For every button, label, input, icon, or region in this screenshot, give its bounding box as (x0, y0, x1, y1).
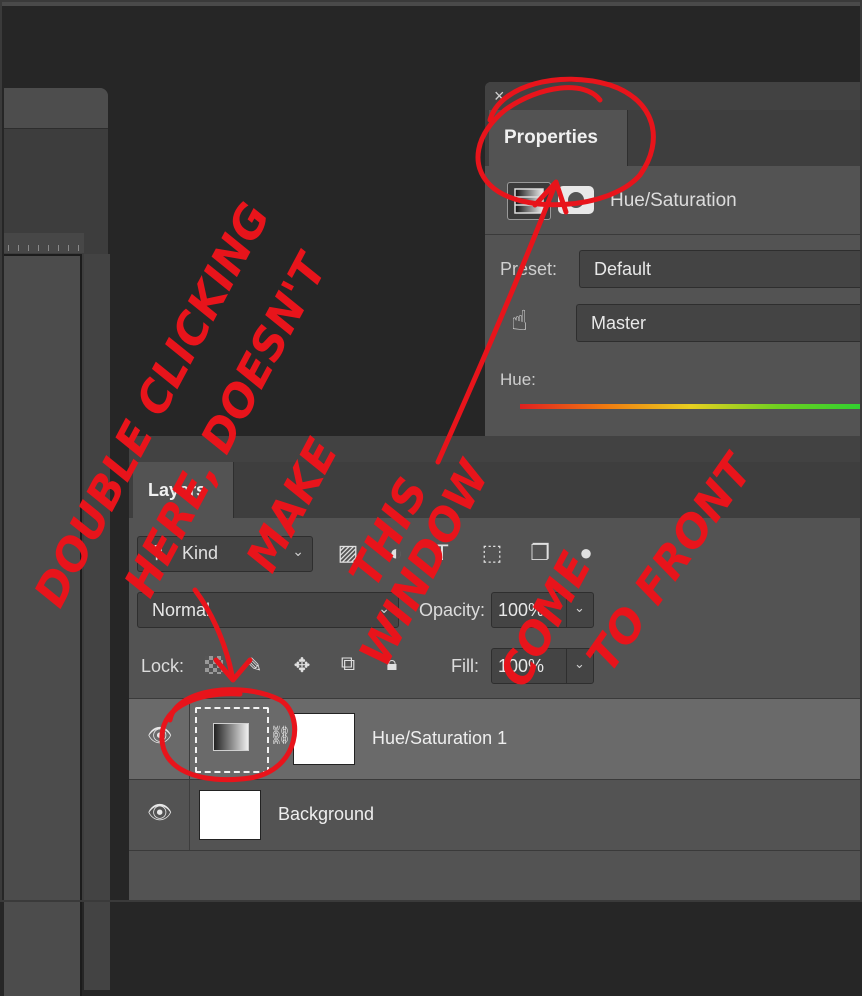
filter-kind-value: Kind (182, 543, 219, 563)
adjustment-filter-icon[interactable]: ◐ (383, 540, 409, 566)
tab-layers-label: Layers (148, 480, 207, 500)
tab-properties[interactable]: Properties (489, 110, 628, 166)
tab-properties-label: Properties (504, 127, 598, 148)
smart-object-filter-icon[interactable]: ❐ (527, 540, 553, 566)
visibility-divider (189, 699, 190, 779)
hue-spectrum-bar (520, 404, 862, 409)
document-tab-bar[interactable] (4, 88, 108, 129)
layer-row-background[interactable]: 👁︎ Background (129, 780, 862, 851)
lock-artboard-icon[interactable]: ⧉ (335, 653, 361, 676)
link-icon[interactable]: ⛓ (269, 725, 292, 746)
document-window (4, 88, 110, 996)
chevron-down-icon: ⌄ (378, 600, 390, 616)
properties-panel: × Properties Hue/Saturation Preset: Defa… (485, 82, 862, 442)
lock-position-icon[interactable]: ✥ (289, 653, 315, 678)
document-scrollbar[interactable] (84, 254, 110, 990)
eye-icon[interactable]: 👁︎ (147, 800, 172, 825)
tab-layers[interactable]: Layers (133, 462, 234, 518)
fill-value: 100% (498, 656, 545, 676)
layer-thumbnail[interactable] (199, 790, 261, 840)
opacity-label: Opacity: (419, 600, 486, 620)
fill-input[interactable]: 100% (491, 648, 567, 684)
type-filter-icon[interactable]: T (429, 540, 455, 566)
layer-mask-icon[interactable] (558, 186, 594, 214)
blend-mode-dropdown[interactable]: Normal ⌄ (137, 592, 399, 628)
blend-mode-value: Normal (152, 600, 211, 620)
chevron-down-icon: ⌄ (574, 600, 585, 615)
layer-row-hue-saturation[interactable]: 👁︎ ⛓ Hue/Saturation 1 (129, 698, 862, 780)
image-filter-icon[interactable]: ▨ (335, 540, 361, 566)
close-icon[interactable]: × (494, 85, 505, 107)
preset-dropdown[interactable]: Default (579, 250, 862, 288)
app-top-bar (0, 0, 862, 6)
eye-icon[interactable]: 👁︎ (147, 723, 172, 748)
lock-brush-icon[interactable]: ✎ (241, 653, 267, 678)
opacity-input[interactable]: 100% (491, 592, 567, 628)
chevron-down-icon: ⌄ (574, 656, 585, 671)
adjustment-layer-icon[interactable] (507, 182, 551, 220)
adjustment-thumbnail-icon[interactable] (213, 723, 249, 751)
layers-panel-header[interactable] (129, 436, 862, 462)
opacity-value: 100% (498, 600, 545, 620)
layers-tab-row: Layers (129, 462, 862, 518)
adjustment-name: Hue/Saturation (610, 190, 737, 211)
visibility-divider (189, 780, 190, 850)
lock-all-icon[interactable]: 🔒︎ (379, 653, 405, 676)
fill-label: Fill: (451, 656, 479, 676)
hue-label: Hue: (500, 370, 536, 389)
opacity-dropdown[interactable]: ⌄ (566, 592, 594, 628)
properties-panel-header[interactable]: × (485, 82, 862, 110)
filter-kind-dropdown[interactable]: ⚲ Kind ⌄ (137, 536, 313, 572)
layers-panel: Layers ⚲ Kind ⌄ ▨ ◐ T ⬚ ❐ ● Normal ⌄ Opa… (129, 436, 862, 902)
properties-tab-row: Properties (485, 110, 862, 166)
horizontal-ruler (4, 233, 84, 253)
channel-value: Master (591, 313, 647, 333)
chevron-down-icon: ⌄ (292, 543, 304, 559)
lock-label: Lock: (141, 656, 185, 676)
targeted-adjustment-hand-icon[interactable]: ☝ (511, 304, 528, 337)
layer-name[interactable]: Hue/Saturation 1 (372, 728, 507, 749)
search-icon: ⚲ (150, 542, 164, 562)
fill-dropdown[interactable]: ⌄ (566, 648, 594, 684)
preset-value: Default (594, 259, 652, 279)
filter-toggle-icon[interactable]: ● (573, 540, 599, 566)
document-canvas[interactable] (4, 254, 82, 996)
mask-thumbnail[interactable] (293, 713, 355, 765)
preset-label: Preset: (500, 259, 558, 279)
channel-dropdown[interactable]: Master (576, 304, 862, 342)
shape-filter-icon[interactable]: ⬚ (479, 540, 505, 566)
layer-name[interactable]: Background (278, 804, 374, 825)
lock-transparency-icon[interactable] (205, 656, 223, 674)
